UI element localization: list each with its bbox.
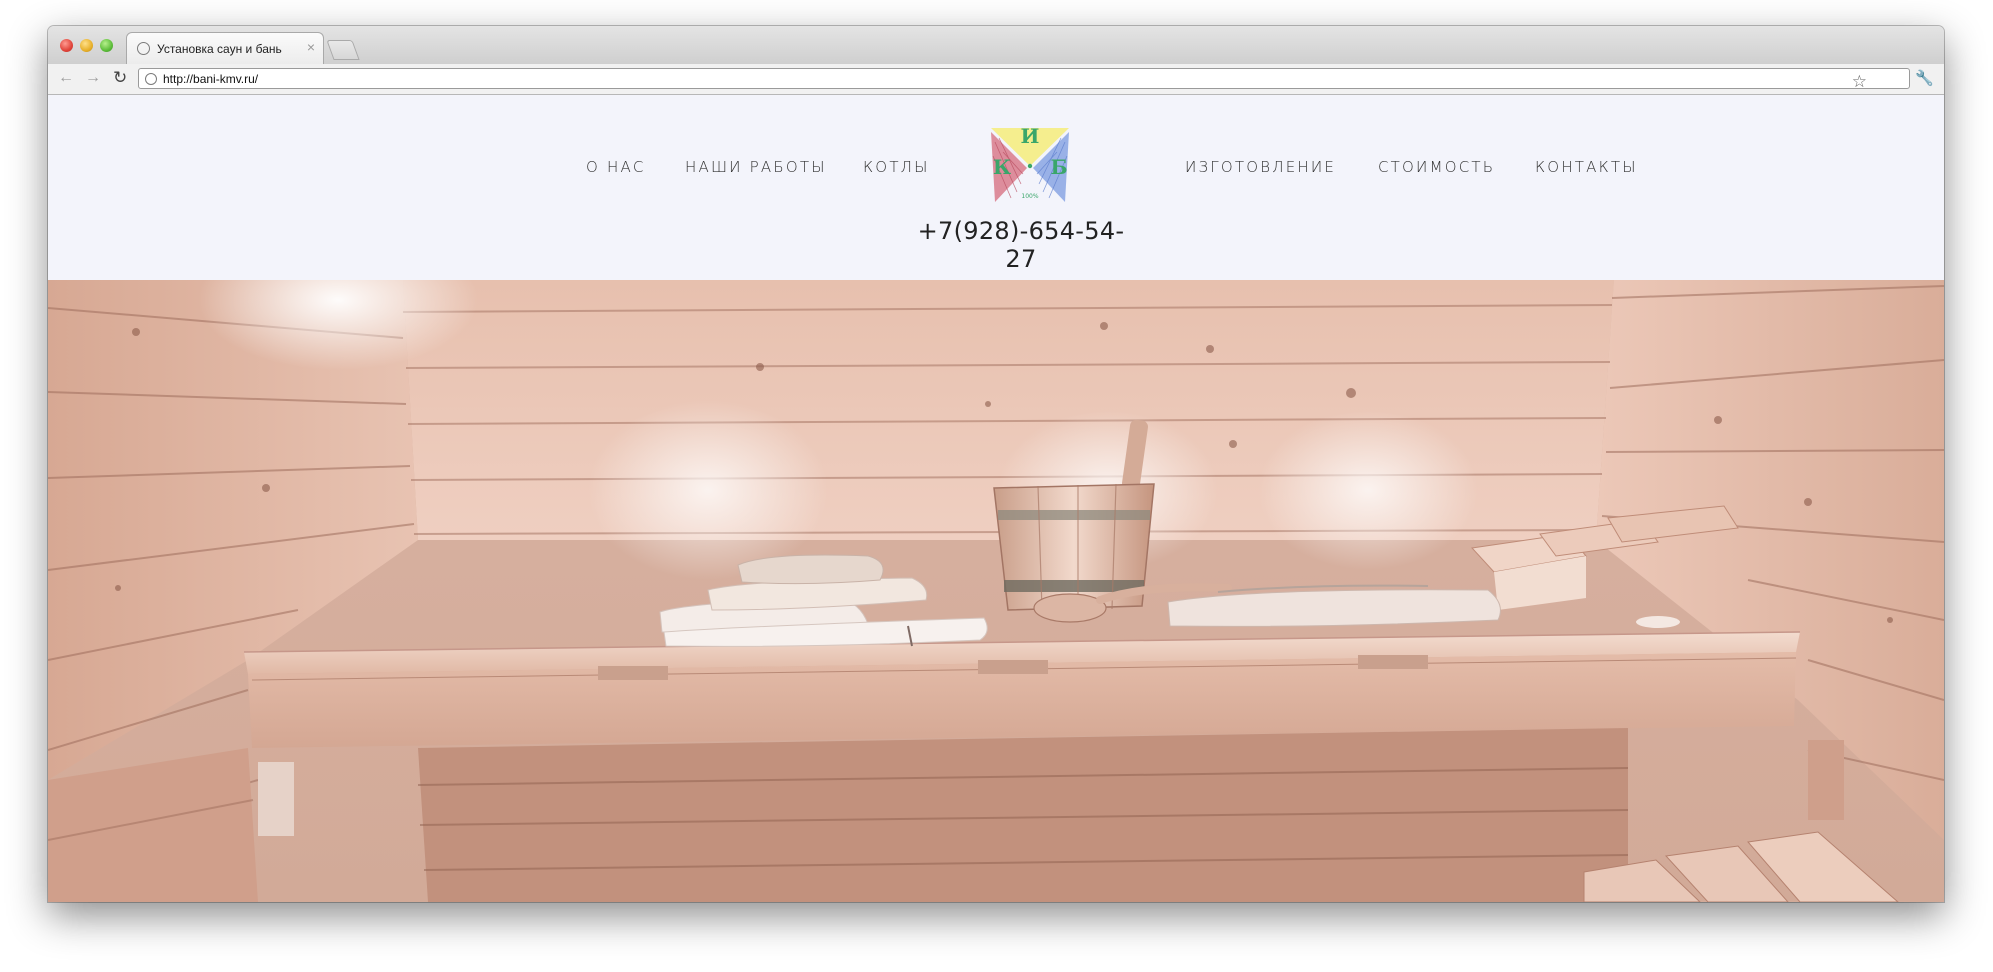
site-logo[interactable]: И К Б 100% [987, 122, 1073, 208]
site-info-icon [145, 73, 157, 85]
new-tab-button[interactable] [326, 40, 360, 60]
site-header: О НАС НАШИ РАБОТЫ КОТЛЫ И К Б 100% ИЗГОТ… [48, 95, 1944, 280]
hero-image-sauna [48, 280, 1944, 902]
logo-small-text: 100% [1021, 193, 1038, 200]
nav-link-about[interactable]: О НАС [586, 158, 646, 176]
nav-link-works[interactable]: НАШИ РАБОТЫ [685, 158, 827, 176]
nav-link-prices[interactable]: СТОИМОСТЬ [1378, 158, 1495, 176]
logo-letter-k: К [993, 155, 1011, 179]
page-viewport: О НАС НАШИ РАБОТЫ КОТЛЫ И К Б 100% ИЗГОТ… [48, 95, 1944, 902]
nav-link-boilers[interactable]: КОТЛЫ [863, 158, 930, 176]
nav-link-contacts[interactable]: КОНТАКТЫ [1535, 158, 1638, 176]
phone-number[interactable]: +7(928)-654-54-27 [916, 217, 1126, 273]
reload-icon[interactable]: ↻ [113, 69, 127, 87]
url-input[interactable] [163, 69, 1863, 88]
forward-arrow-icon[interactable]: → [85, 69, 101, 87]
wrench-icon[interactable]: 🔧 [1915, 69, 1934, 87]
tab-close-icon[interactable]: × [307, 39, 315, 55]
star-icon[interactable]: ☆ [1852, 72, 1867, 92]
zoom-window-icon[interactable] [100, 39, 113, 52]
globe-icon [137, 42, 150, 55]
address-bar[interactable]: ☆ [138, 68, 1910, 92]
minimize-window-icon[interactable] [80, 39, 93, 52]
close-window-icon[interactable] [60, 39, 73, 52]
tab-title: Установка саун и бань [157, 42, 282, 56]
tab-active[interactable]: Установка саун и бань × [126, 32, 324, 64]
logo-letter-i: И [1021, 124, 1040, 148]
sauna-illustration [48, 280, 1944, 902]
browser-window: Установка саун и бань × ← → ↻ ☆ 🔧 О НАС … [48, 26, 1944, 902]
logo-letter-b: Б [1050, 155, 1067, 179]
back-arrow-icon[interactable]: ← [58, 69, 74, 87]
tab-strip: Установка саун и бань × [48, 26, 1944, 64]
toolbar: ← → ↻ ☆ 🔧 [48, 64, 1944, 95]
nav-link-manufacturing[interactable]: ИЗГОТОВЛЕНИЕ [1185, 158, 1336, 176]
